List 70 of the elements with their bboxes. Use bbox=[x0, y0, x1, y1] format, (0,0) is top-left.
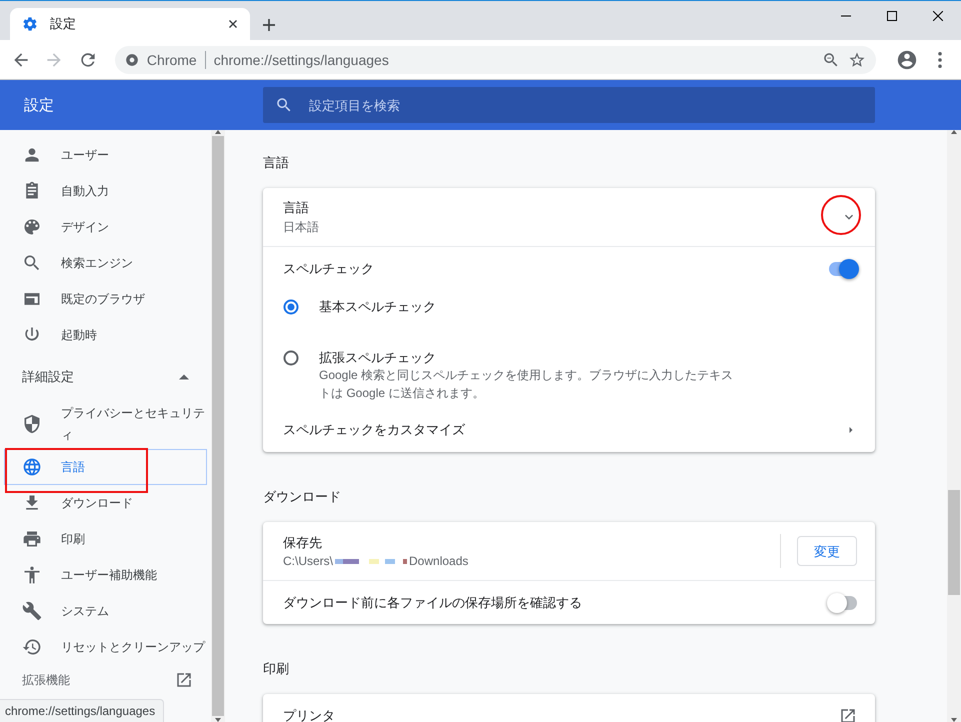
radio-button[interactable] bbox=[283, 350, 299, 366]
sidebar-item[interactable]: 自動入力 bbox=[0, 173, 207, 209]
sidebar-item[interactable]: プライバシーとセキュリティ bbox=[0, 399, 207, 449]
page-title: 設定 bbox=[23, 96, 55, 114]
scrollbar[interactable] bbox=[947, 130, 961, 722]
star-icon bbox=[848, 50, 866, 68]
browser-tab[interactable]: 設定 bbox=[10, 8, 250, 40]
globe-icon bbox=[22, 457, 42, 477]
row-label: スペルチェック bbox=[283, 260, 375, 278]
sidebar-item[interactable]: 既定のブラウザ bbox=[0, 281, 207, 317]
address-bar[interactable]: Chrome chrome://settings/languages bbox=[114, 46, 876, 74]
path-text: C:\Users\ bbox=[283, 554, 334, 568]
menu-item-icon bbox=[22, 414, 42, 434]
plus-icon bbox=[260, 16, 278, 34]
close-icon bbox=[933, 11, 943, 21]
site-origin: Chrome bbox=[146, 52, 197, 68]
sidebar-item[interactable]: 検索エンジン bbox=[0, 245, 207, 281]
scroll-down-icon[interactable] bbox=[951, 718, 957, 722]
sidebar-item[interactable]: 拡張機能 bbox=[22, 672, 70, 688]
scroll-thumb[interactable] bbox=[948, 490, 960, 594]
section-title: 印刷 bbox=[263, 660, 290, 678]
radio-label: 拡張スペルチェック bbox=[319, 350, 437, 366]
annotation-circle bbox=[821, 195, 861, 235]
path-text: Downloads bbox=[409, 554, 468, 568]
menu-item-icon bbox=[22, 637, 42, 657]
row-label[interactable]: スペルチェックをカスタマイズ bbox=[283, 421, 845, 439]
sidebar-item[interactable]: ユーザー bbox=[0, 137, 207, 173]
account-icon bbox=[896, 48, 918, 70]
row-value: 日本語 bbox=[283, 218, 320, 236]
row-label[interactable]: プリンタ bbox=[283, 707, 839, 722]
sidebar-item[interactable]: ダウンロード bbox=[0, 485, 207, 521]
radio-button[interactable] bbox=[283, 299, 299, 315]
zoom-out-icon bbox=[822, 50, 840, 68]
gear-icon bbox=[22, 16, 38, 32]
change-button[interactable]: 変更 bbox=[797, 536, 857, 566]
tab-title: 設定 bbox=[50, 15, 77, 33]
advanced-section-toggle[interactable]: 詳細設定 bbox=[0, 355, 211, 399]
search-icon bbox=[275, 96, 293, 114]
section-title: 言語 bbox=[263, 154, 290, 172]
scrollbar[interactable] bbox=[211, 130, 225, 722]
menu-item-icon bbox=[22, 601, 42, 621]
sidebar-item[interactable]: 印刷 bbox=[0, 521, 207, 557]
row-label: 保存先 bbox=[283, 534, 323, 552]
menu-icon bbox=[938, 52, 942, 68]
menu-item-icon bbox=[22, 529, 42, 549]
radio-description: Google 検索と同じスペルチェックを使用します。ブラウザに入力したテキストは Google に送信されます。 bbox=[319, 367, 734, 402]
menu-item-icon bbox=[22, 217, 42, 237]
url-text: chrome://settings/languages bbox=[214, 52, 390, 68]
status-tooltip: chrome://settings/languages bbox=[0, 699, 164, 722]
menu-item-icon bbox=[22, 565, 42, 585]
search-field[interactable]: 設定項目を検索 bbox=[263, 87, 875, 123]
external-link-icon bbox=[839, 707, 857, 722]
sidebar-item[interactable]: ユーザー補助機能 bbox=[0, 557, 207, 593]
toggle-switch[interactable] bbox=[829, 596, 857, 610]
sidebar-item[interactable]: 起動時 bbox=[0, 317, 207, 353]
sidebar-item[interactable]: 言語 bbox=[4, 449, 207, 485]
row-label: 言語 bbox=[283, 198, 310, 216]
caret-icon bbox=[179, 372, 189, 382]
radio-label: 基本スペルチェック bbox=[319, 299, 436, 315]
maximize-icon bbox=[887, 11, 897, 21]
sidebar-item[interactable]: リセットとクリーンアップ bbox=[0, 629, 207, 665]
sidebar-item[interactable]: システム bbox=[0, 593, 207, 629]
sidebar-item[interactable]: デザイン bbox=[0, 209, 207, 245]
scroll-down-icon[interactable] bbox=[215, 718, 221, 722]
section-title: ダウンロード bbox=[263, 488, 342, 506]
scroll-thumb[interactable] bbox=[212, 136, 224, 716]
external-link-icon bbox=[175, 671, 193, 689]
row-label: ダウンロード前に各ファイルの保存場所を確認する bbox=[283, 594, 583, 612]
toggle-switch[interactable] bbox=[829, 262, 857, 276]
menu-item-icon bbox=[22, 253, 42, 273]
